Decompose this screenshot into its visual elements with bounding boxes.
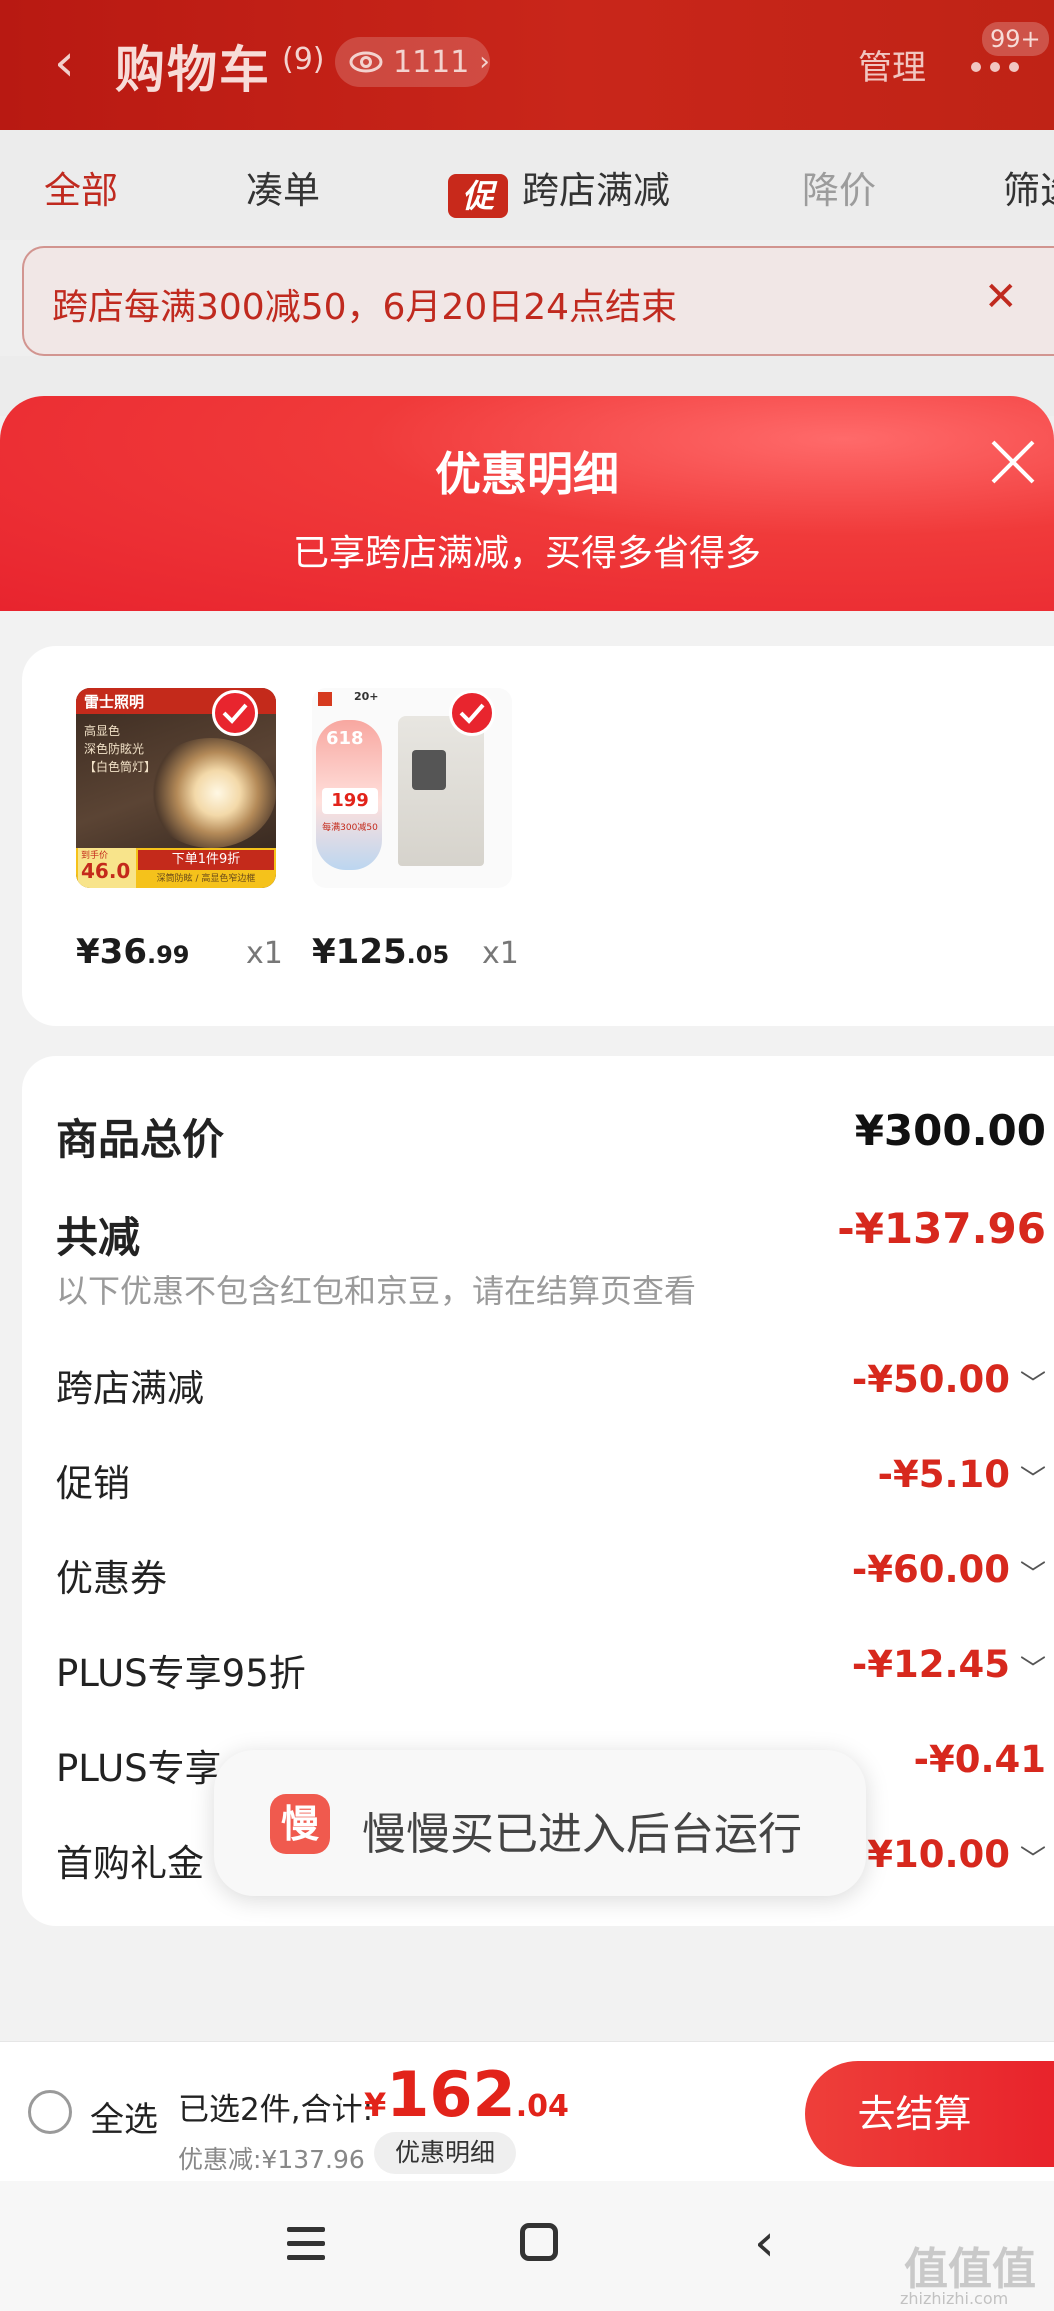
checkout-bar: 全选 已选2件,合计: ¥162.04 优惠减:¥137.96 优惠明细 去结算	[0, 2041, 1054, 2181]
summary-value: -¥137.96	[837, 1204, 1046, 1253]
discount-label: PLUS专享	[56, 1747, 222, 1790]
img-text: 20+	[354, 690, 379, 703]
discount-value: -¥12.45	[851, 1643, 1010, 1686]
watermark: 值值值	[904, 2244, 1036, 2295]
cart-count: (9)	[282, 42, 325, 77]
views-pill[interactable]: 1111 ›	[335, 37, 490, 87]
toast-notification: 慢 慢慢买已进入后台运行	[214, 1750, 866, 1896]
img-text: 每满300减50	[322, 823, 378, 833]
saved-amount: 优惠减:¥137.96	[178, 2145, 365, 2174]
back-icon[interactable]: ‹	[54, 34, 94, 92]
app-icon: 慢	[270, 1794, 330, 1854]
product-qty: x1	[482, 936, 519, 971]
checked-icon[interactable]	[449, 690, 495, 736]
toast-text: 慢慢买已进入后台运行	[362, 1809, 802, 1860]
img-text: 深色防眩光	[84, 742, 145, 756]
checked-icon[interactable]	[212, 690, 258, 736]
tab-cross-store-label: 跨店满减	[522, 169, 670, 212]
promo-notice: 跨店每满300减50，6月20日24点结束 ✕	[22, 246, 1054, 356]
summary-value: ¥300.00	[854, 1106, 1046, 1155]
chevron-down-icon: ﹀	[1019, 1370, 1046, 1400]
notice-text: 跨店每满300减50，6月20日24点结束	[52, 287, 678, 328]
discount-value: -¥50.00	[851, 1358, 1010, 1401]
chevron-down-icon: ﹀	[1019, 1465, 1046, 1495]
system-nav-bar: ‹ 值值值 zhizhizhi.com	[0, 2181, 1054, 2311]
eye-icon	[349, 51, 383, 73]
tab-add-on[interactable]: 凑单	[246, 160, 320, 214]
back-icon[interactable]: ‹	[754, 2213, 775, 2273]
top-bar: ‹ 购物车 (9) 1111 › 管理 99+	[0, 0, 1054, 130]
discount-value: -¥60.00	[851, 1548, 1010, 1591]
selected-info: 已选2件,合计:	[178, 2092, 374, 2128]
page-title: 购物车	[115, 41, 271, 99]
watermark-url: zhizhizhi.com	[900, 2289, 1009, 2308]
close-icon[interactable]: ✕	[984, 274, 1018, 320]
chevron-right-icon: ›	[479, 47, 490, 77]
menu-icon[interactable]	[287, 2227, 325, 2261]
product-list: 雷士照明 高显色 深色防眩光 【白色筒灯】 到手价 46.0 下单1件9折 深筒…	[22, 646, 1054, 1026]
sheet-title: 优惠明细	[435, 447, 619, 501]
discount-value: -¥5.10	[877, 1453, 1010, 1496]
select-all-radio[interactable]	[28, 2090, 72, 2134]
tab-filter[interactable]: 筛选	[1003, 160, 1054, 214]
total-price: ¥162.04	[364, 2058, 569, 2131]
img-text: 深筒防眩 / 高显色窄边框	[156, 874, 256, 884]
select-all-label[interactable]: 全选	[90, 2092, 158, 2141]
discount-label: PLUS专享95折	[56, 1652, 306, 1695]
message-badge: 99+	[982, 22, 1049, 56]
product-price: ¥125.05	[312, 932, 450, 972]
promo-tag: 促	[448, 174, 508, 218]
manage-button[interactable]: 管理	[858, 40, 926, 89]
views-count: 1111	[393, 44, 470, 80]
checkout-button[interactable]: 去结算	[805, 2061, 1054, 2167]
summary-label: 共减	[56, 1213, 141, 1262]
product-price: ¥36.99	[76, 932, 190, 972]
discount-label: 跨店满减	[56, 1367, 204, 1410]
summary-row-reduce: 共减 -¥137.96 以下优惠不包含红包和京豆，请在结算页查看	[56, 1204, 1046, 1324]
brand-logo: 雷士照明	[84, 693, 145, 711]
chevron-down-icon: ﹀	[1019, 1655, 1046, 1685]
discount-value: -¥0.41	[913, 1738, 1046, 1781]
summary-label: 商品总价	[56, 1115, 225, 1164]
discount-value: -¥10.00	[851, 1833, 1010, 1876]
tab-price-drop[interactable]: 降价	[802, 160, 876, 214]
discount-label: 促销	[56, 1462, 130, 1505]
tab-cross-store[interactable]: 促跨店满减	[448, 160, 670, 218]
img-text: 618	[326, 728, 364, 749]
discount-label: 优惠券	[56, 1557, 167, 1600]
discount-label: 首购礼金	[56, 1842, 204, 1885]
sheet-subtitle: 已享跨店满减，买得多省得多	[292, 533, 761, 574]
img-text: 高显色	[84, 724, 121, 738]
reduce-note: 以下优惠不包含红包和京豆，请在结算页查看	[56, 1272, 697, 1310]
discount-detail-button[interactable]: 优惠明细	[374, 2132, 516, 2174]
close-icon[interactable]	[985, 434, 1041, 490]
img-text: 下单1件9折	[138, 850, 274, 870]
sheet-header: 优惠明细 已享跨店满减，买得多省得多	[0, 396, 1054, 611]
product-qty: x1	[246, 936, 283, 971]
cart-tabs: 全部 凑单 促跨店满减 降价 筛选	[0, 130, 1054, 240]
home-icon[interactable]	[520, 2223, 558, 2261]
tab-all[interactable]: 全部	[44, 160, 118, 214]
img-text: 46.0	[81, 859, 131, 883]
chevron-down-icon: ﹀	[1019, 1560, 1046, 1590]
img-text: 【白色筒灯】	[84, 760, 157, 774]
chevron-down-icon: ﹀	[1019, 1845, 1046, 1875]
img-text: 199	[322, 788, 378, 814]
